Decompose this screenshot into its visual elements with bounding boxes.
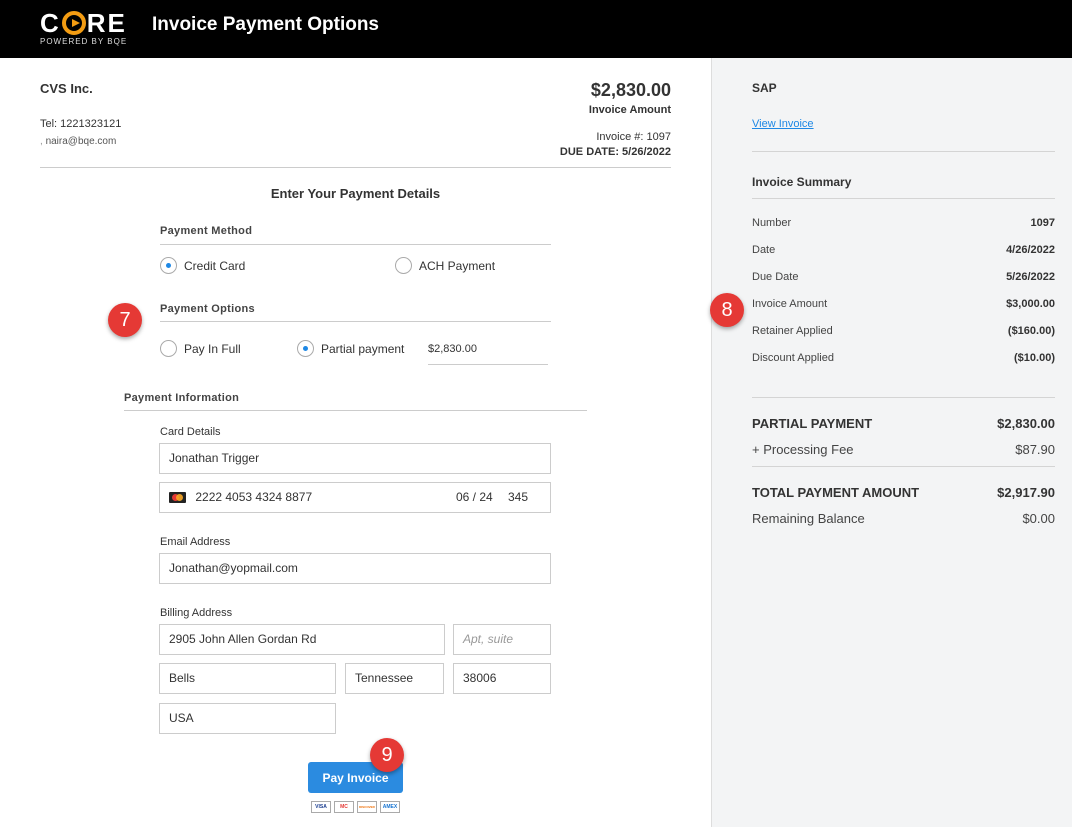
card-details-label: Card Details (160, 426, 221, 438)
summary-value: 1097 (1030, 217, 1055, 229)
email-label: Email Address (160, 536, 231, 548)
logo-letters-re: RE (86, 8, 127, 38)
pay-in-full-radio[interactable] (160, 340, 177, 357)
sidebar-divider-2 (752, 198, 1055, 199)
ach-payment-radio[interactable] (395, 257, 412, 274)
logo-subtitle: POWERED BY BQE (40, 37, 128, 46)
processing-fee-label: + Processing Fee (752, 442, 854, 457)
card-number-row[interactable]: 2222 4053 4324 8877 06 / 24 345 (159, 482, 551, 513)
apt-suite-input[interactable]: Apt, suite (453, 624, 551, 655)
sidebar-divider-4 (752, 466, 1055, 467)
invoice-summary-title: Invoice Summary (752, 175, 852, 189)
invoice-number: Invoice #: 1097 (596, 131, 671, 143)
partial-payment-row: PARTIAL PAYMENT $2,830.00 (752, 416, 1055, 431)
payment-method-label: Payment Method (160, 225, 253, 237)
mastercard-small-icon: MC (334, 801, 354, 813)
form-heading: Enter Your Payment Details (270, 186, 441, 201)
summary-value: ($10.00) (1014, 352, 1055, 364)
credit-card-label: Credit Card (184, 259, 246, 273)
payment-method-divider (160, 244, 551, 245)
pay-in-full-label: Pay In Full (184, 342, 241, 356)
invoice-amount: $2,830.00 (590, 80, 671, 100)
card-cvc-input[interactable]: 345 (508, 483, 528, 512)
mastercard-icon (169, 492, 186, 504)
client-name: CVS Inc. (40, 81, 93, 96)
summary-label: Date (752, 244, 776, 256)
cardholder-name-input[interactable]: Jonathan Trigger (159, 443, 551, 474)
country-input[interactable]: USA (159, 703, 336, 734)
remaining-balance-label: Remaining Balance (752, 511, 865, 526)
processing-fee-value: $87.90 (1015, 442, 1055, 457)
client-tel: Tel: 1221323121 (40, 118, 122, 130)
summary-row-invoice-amount: Invoice Amount $3,000.00 (752, 298, 1055, 310)
card-number-input[interactable]: 2222 4053 4324 8877 (195, 490, 312, 504)
client-email: , naira@bqe.com (40, 136, 117, 147)
step-badge-9: 9 (370, 738, 404, 772)
payment-options-label: Payment Options (160, 303, 255, 315)
invoice-amount-label: Invoice Amount (588, 104, 671, 116)
step-badge-7: 7 (108, 303, 142, 337)
credit-card-radio[interactable] (160, 257, 177, 274)
play-circle-icon (61, 11, 86, 35)
total-payment-label: TOTAL PAYMENT AMOUNT (752, 485, 920, 500)
total-payment-row: TOTAL PAYMENT AMOUNT $2,917.90 (752, 485, 1055, 500)
card-expiry-input[interactable]: 06 / 24 (456, 483, 493, 512)
core-logo: C RE POWERED BY BQE (40, 10, 130, 46)
company-name: SAP (752, 81, 777, 95)
summary-value: 4/26/2022 (1006, 244, 1055, 256)
remaining-balance-value: $0.00 (1022, 511, 1055, 526)
sidebar-divider-1 (752, 151, 1055, 152)
discover-icon: DISCOVER (357, 801, 377, 813)
page-title: Invoice Payment Options (152, 14, 379, 35)
amex-icon: AMEX (380, 801, 400, 813)
street-input[interactable]: 2905 John Allen Gordan Rd (159, 624, 445, 655)
payment-info-label: Payment Information (124, 392, 240, 404)
summary-label: Discount Applied (752, 352, 834, 364)
payment-info-divider (124, 410, 587, 411)
client-email-text: naira@bqe.com (45, 136, 117, 147)
summary-value: $3,000.00 (1006, 298, 1055, 310)
summary-value: ($160.00) (1007, 325, 1055, 337)
logo-letter-c: C (40, 8, 61, 38)
partial-payment-label: PARTIAL PAYMENT (752, 416, 873, 431)
summary-row-discount: Discount Applied ($10.00) (752, 352, 1055, 364)
header-divider (40, 167, 671, 168)
ach-payment-label: ACH Payment (419, 259, 496, 273)
partial-payment-value: $2,830.00 (997, 416, 1055, 431)
summary-label: Invoice Amount (752, 298, 828, 310)
email-input[interactable]: Jonathan@yopmail.com (159, 553, 551, 584)
processing-fee-row: + Processing Fee $87.90 (752, 442, 1055, 457)
state-input[interactable]: Tennessee (345, 663, 444, 694)
step-badge-8: 8 (710, 293, 744, 327)
top-bar: C RE POWERED BY BQE Invoice Payment Opti… (0, 0, 1072, 58)
summary-value: 5/26/2022 (1006, 271, 1055, 283)
summary-row-date: Date 4/26/2022 (752, 244, 1055, 256)
visa-icon: VISA (311, 801, 331, 813)
summary-row-retainer: Retainer Applied ($160.00) (752, 325, 1055, 337)
remaining-balance-row: Remaining Balance $0.00 (752, 511, 1055, 526)
sidebar-divider-3 (752, 397, 1055, 398)
summary-label: Number (752, 217, 792, 229)
summary-row-number: Number 1097 (752, 217, 1055, 229)
total-payment-value: $2,917.90 (997, 485, 1055, 500)
view-invoice-link[interactable]: View Invoice (752, 118, 814, 130)
partial-amount-underline (428, 364, 548, 365)
summary-row-due-date: Due Date 5/26/2022 (752, 271, 1055, 283)
summary-label: Retainer Applied (752, 325, 833, 337)
zip-input[interactable]: 38006 (453, 663, 551, 694)
payment-options-divider (160, 321, 551, 322)
partial-amount-input[interactable]: $2,830.00 (428, 343, 477, 355)
city-input[interactable]: Bells (159, 663, 336, 694)
invoice-due-date: DUE DATE: 5/26/2022 (559, 146, 671, 158)
partial-payment-label: Partial payment (321, 342, 405, 356)
summary-label: Due Date (752, 271, 799, 283)
partial-payment-radio[interactable] (297, 340, 314, 357)
billing-address-label: Billing Address (160, 607, 233, 619)
